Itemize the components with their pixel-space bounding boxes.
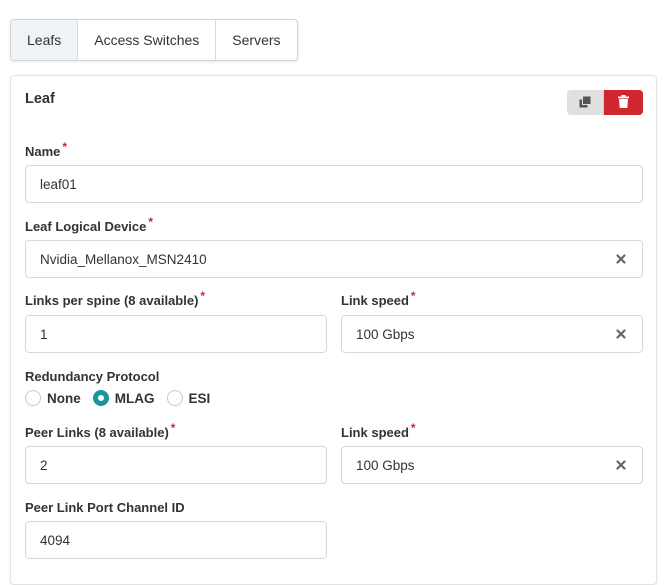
clear-icon[interactable] bbox=[614, 458, 628, 472]
link-speed-label: Link speed * bbox=[341, 289, 416, 308]
peer-links-label: Peer Links (8 available) * bbox=[25, 421, 175, 440]
tab-servers[interactable]: Servers bbox=[216, 20, 296, 60]
radio-option-esi[interactable]: ESI bbox=[166, 390, 211, 406]
link-speed-label-text: Link speed bbox=[341, 293, 409, 308]
peer-link-speed-label-text: Link speed bbox=[341, 425, 409, 440]
port-channel-id-value: 4094 bbox=[40, 532, 71, 548]
required-mark: * bbox=[200, 289, 206, 303]
redundancy-radio-group: None MLAG ESI bbox=[25, 390, 222, 406]
required-mark: * bbox=[410, 289, 416, 303]
clear-icon[interactable] bbox=[614, 327, 628, 341]
name-input[interactable]: leaf01 bbox=[25, 165, 643, 203]
radio-mlag[interactable] bbox=[92, 390, 109, 406]
name-input-value: leaf01 bbox=[40, 176, 77, 192]
required-mark: * bbox=[410, 421, 416, 435]
radio-none[interactable] bbox=[25, 390, 41, 406]
radio-mlag-label: MLAG bbox=[114, 390, 155, 406]
leaf-card: Leaf Name * leaf01 Leaf Logical Device *… bbox=[10, 75, 657, 585]
links-per-spine-input[interactable]: 1 bbox=[25, 315, 327, 353]
logical-device-label: Leaf Logical Device * bbox=[25, 215, 153, 234]
peer-links-label-text: Peer Links (8 available) bbox=[25, 425, 169, 440]
logical-device-select[interactable]: Nvidia_Mellanox_MSN2410 bbox=[25, 240, 643, 278]
link-speed-value: 100 Gbps bbox=[356, 326, 415, 342]
radio-none-label: None bbox=[47, 390, 81, 406]
name-label-text: Name bbox=[25, 144, 61, 159]
peer-link-speed-select[interactable]: 100 Gbps bbox=[341, 446, 643, 484]
required-mark: * bbox=[148, 215, 154, 229]
logical-device-label-text: Leaf Logical Device bbox=[25, 219, 147, 234]
peer-link-speed-value: 100 Gbps bbox=[356, 457, 415, 473]
radio-esi-label: ESI bbox=[188, 390, 211, 406]
radio-esi[interactable] bbox=[166, 390, 183, 406]
trash-icon bbox=[618, 94, 629, 111]
links-per-spine-value: 1 bbox=[40, 326, 48, 342]
logical-device-value: Nvidia_Mellanox_MSN2410 bbox=[40, 251, 207, 267]
port-channel-id-input[interactable]: 4094 bbox=[25, 521, 327, 559]
clear-icon[interactable] bbox=[614, 252, 628, 266]
port-channel-id-label: Peer Link Port Channel ID bbox=[25, 500, 185, 515]
name-label: Name * bbox=[25, 140, 67, 159]
redundancy-label: Redundancy Protocol bbox=[25, 369, 160, 384]
peer-link-speed-label: Link speed * bbox=[341, 421, 416, 440]
copy-icon bbox=[579, 95, 591, 111]
radio-option-mlag[interactable]: MLAG bbox=[92, 390, 155, 406]
link-speed-select[interactable]: 100 Gbps bbox=[341, 315, 643, 353]
tab-leafs[interactable]: Leafs bbox=[11, 20, 79, 60]
peer-links-input[interactable]: 2 bbox=[25, 446, 327, 484]
card-actions bbox=[567, 90, 643, 115]
required-mark: * bbox=[170, 421, 176, 435]
radio-option-none[interactable]: None bbox=[25, 390, 81, 406]
copy-button[interactable] bbox=[567, 90, 604, 115]
links-per-spine-label: Links per spine (8 available) * bbox=[25, 289, 205, 308]
tab-access-switches[interactable]: Access Switches bbox=[78, 20, 217, 60]
peer-links-value: 2 bbox=[40, 457, 48, 473]
delete-button[interactable] bbox=[604, 90, 643, 115]
links-per-spine-label-text: Links per spine (8 available) bbox=[25, 293, 199, 308]
card-title: Leaf bbox=[25, 91, 55, 107]
tab-bar: Leafs Access Switches Servers bbox=[10, 19, 298, 61]
required-mark: * bbox=[62, 140, 68, 154]
